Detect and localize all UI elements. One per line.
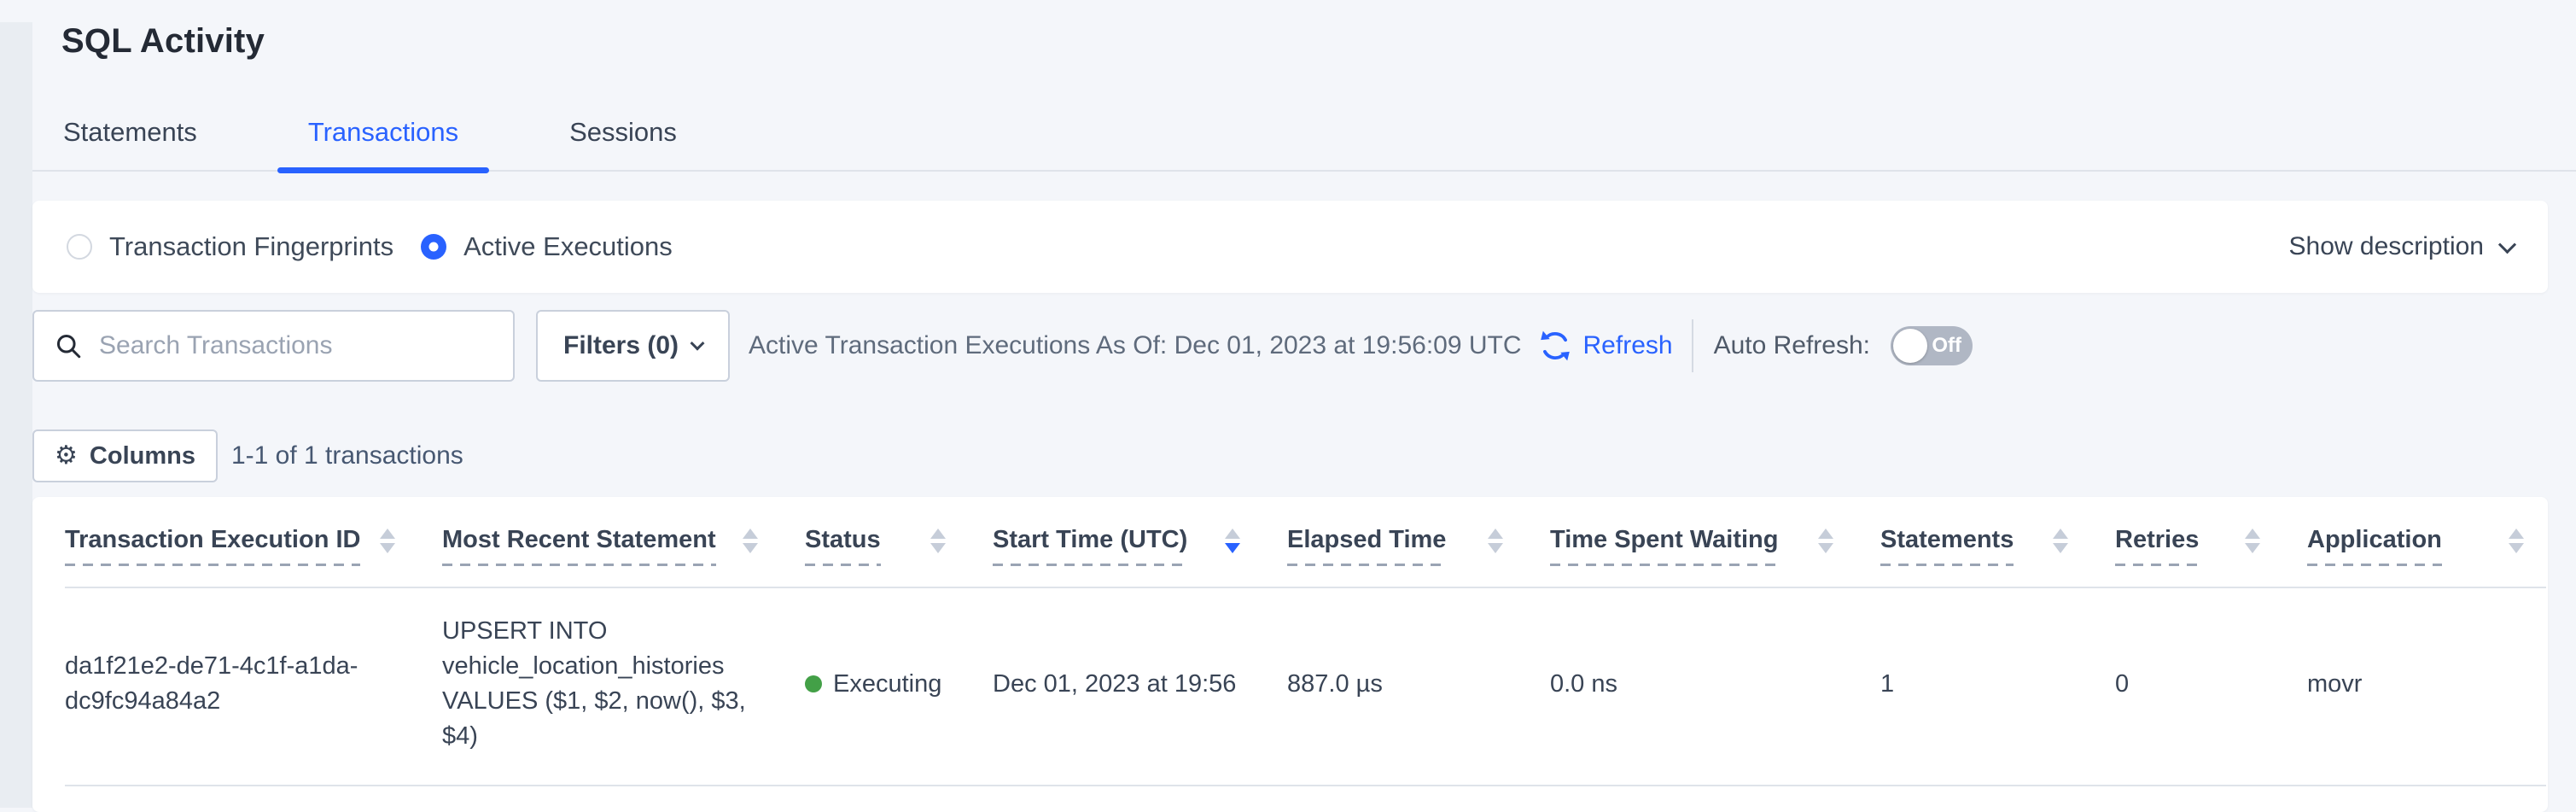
refresh-icon: [1537, 328, 1573, 364]
toggle-state-label: Off: [1932, 326, 1961, 365]
sort-arrows-icon: [2245, 529, 2260, 553]
search-box: [32, 310, 515, 382]
tab-sessions[interactable]: Sessions: [539, 108, 708, 170]
sort-arrows-icon: [2509, 529, 2524, 553]
sql-activity-page: SQL Activity Statements Transactions Ses…: [32, 22, 2576, 812]
search-icon: [53, 330, 84, 361]
table-row[interactable]: da1f21e2-de71-4c1f-a1da-dc9fc94a84a2 UPS…: [65, 588, 2546, 786]
sort-arrows-icon: [1488, 529, 1503, 553]
cell-elapsed-time: 887.0 µs: [1287, 667, 1550, 702]
auto-refresh-toggle[interactable]: Off: [1891, 326, 1973, 365]
column-header-retries[interactable]: Retries: [2115, 526, 2307, 587]
column-header-application[interactable]: Application: [2307, 526, 2543, 587]
tab-statements[interactable]: Statements: [32, 108, 228, 170]
search-input[interactable]: [99, 331, 494, 360]
radio-unselected-icon: [67, 234, 92, 260]
table-controls-row: ⚙ Columns 1-1 of 1 transactions: [32, 429, 2576, 482]
auto-refresh-label: Auto Refresh:: [1714, 331, 1870, 360]
gear-icon: ⚙: [55, 443, 78, 469]
column-header-transaction-execution-id[interactable]: Transaction Execution ID: [65, 526, 442, 587]
chevron-down-icon: [691, 336, 705, 351]
cell-application: movr: [2307, 667, 2543, 702]
radio-selected-icon: [421, 234, 446, 260]
column-header-time-spent-waiting[interactable]: Time Spent Waiting: [1550, 526, 1880, 587]
radio-label: Active Executions: [463, 231, 673, 262]
sort-arrows-icon: [743, 529, 758, 553]
transactions-toolbar: Filters (0) Active Transaction Execution…: [32, 310, 2576, 382]
results-count: 1-1 of 1 transactions: [231, 441, 463, 470]
filters-label: Filters (0): [563, 331, 679, 360]
column-header-status[interactable]: Status: [805, 526, 993, 587]
cell-retries: 0: [2115, 667, 2307, 702]
view-selector-card: Transaction Fingerprints Active Executio…: [32, 201, 2548, 293]
toggle-knob: [1893, 329, 1927, 363]
column-header-elapsed-time[interactable]: Elapsed Time: [1287, 526, 1550, 587]
column-header-most-recent-statement[interactable]: Most Recent Statement: [442, 526, 805, 587]
table-header-row: Transaction Execution ID Most Recent Sta…: [65, 497, 2546, 588]
as-of-timestamp: Active Transaction Executions As Of: Dec…: [749, 331, 1521, 360]
sort-arrows-icon-active-desc: [1225, 529, 1240, 553]
column-header-statements[interactable]: Statements: [1880, 526, 2115, 587]
toolbar-divider: [1692, 319, 1693, 372]
sort-arrows-icon: [380, 529, 395, 553]
sort-arrows-icon: [2053, 529, 2068, 553]
status-label: Executing: [833, 667, 941, 702]
cell-time-spent-waiting: 0.0 ns: [1550, 667, 1880, 702]
sort-arrows-icon: [1818, 529, 1833, 553]
cell-start-time: Dec 01, 2023 at 19:56: [993, 667, 1287, 702]
cell-most-recent-statement: UPSERT INTO vehicle_location_histories V…: [442, 614, 794, 754]
show-description-label: Show description: [2289, 232, 2484, 261]
page-title: SQL Activity: [61, 22, 2576, 61]
radio-transaction-fingerprints[interactable]: Transaction Fingerprints: [67, 231, 393, 262]
cell-status: Executing: [805, 667, 993, 702]
tab-transactions[interactable]: Transactions: [277, 108, 489, 170]
refresh-label: Refresh: [1583, 331, 1673, 360]
sql-activity-tabs: Statements Transactions Sessions: [32, 108, 2576, 172]
status-executing-dot-icon: [805, 675, 822, 692]
column-header-start-time[interactable]: Start Time (UTC): [993, 526, 1287, 587]
cell-transaction-execution-id[interactable]: da1f21e2-de71-4c1f-a1da-dc9fc94a84a2: [65, 649, 406, 719]
transactions-table-card: Transaction Execution ID Most Recent Sta…: [32, 497, 2548, 812]
columns-button[interactable]: ⚙ Columns: [32, 429, 218, 482]
filters-button[interactable]: Filters (0): [536, 310, 730, 382]
chevron-down-icon: [2498, 236, 2516, 254]
sort-arrows-icon: [930, 529, 946, 553]
refresh-button[interactable]: Refresh: [1537, 328, 1673, 364]
radio-active-executions[interactable]: Active Executions: [421, 231, 673, 262]
show-description-toggle[interactable]: Show description: [2289, 232, 2514, 261]
columns-button-label: Columns: [90, 442, 195, 470]
cell-statements: 1: [1880, 667, 2115, 702]
page-left-margin: [0, 22, 32, 808]
radio-label: Transaction Fingerprints: [109, 231, 393, 262]
